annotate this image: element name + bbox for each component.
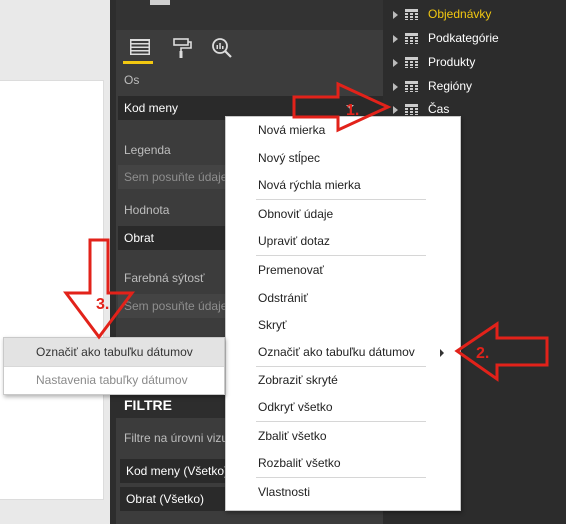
- menu-separator: [256, 477, 426, 478]
- submenu-date-table-settings[interactable]: Nastavenia tabuľky dátumov: [4, 366, 224, 394]
- menu-delete[interactable]: Odstrániť: [258, 288, 308, 308]
- menu-hide[interactable]: Skryť: [258, 315, 287, 335]
- step-1-label: 1.: [346, 102, 360, 119]
- step-3-label: 3.: [96, 296, 110, 313]
- date-table-submenu: Označiť ako tabuľku dátumov Nastavenia t…: [3, 337, 225, 395]
- report-page: [0, 80, 104, 500]
- viz-top-strip: [116, 0, 383, 30]
- menu-edit-query[interactable]: Upraviť dotaz: [258, 231, 330, 251]
- expand-caret-icon[interactable]: [393, 10, 398, 19]
- table-icon: [405, 33, 418, 45]
- field-table-podkategorie[interactable]: Podkategórie: [393, 27, 499, 49]
- field-table-label: Čas: [428, 102, 450, 116]
- value-label: Hodnota: [124, 203, 170, 217]
- color-saturation-label: Farebná sýtosť: [124, 271, 205, 285]
- active-tab-indicator: [123, 61, 153, 64]
- table-icon: [405, 104, 418, 116]
- field-table-label: Regióny: [428, 79, 473, 93]
- fields-well-icon[interactable]: [128, 36, 152, 60]
- submenu-mark-as-date-table[interactable]: Označiť ako tabuľku dátumov: [4, 338, 224, 366]
- viz-icon-stub: [150, 0, 170, 5]
- context-menu: Nová mierka Nový stĺpec Nová rýchla mier…: [225, 116, 461, 511]
- menu-separator: [256, 255, 426, 256]
- table-icon: [405, 57, 418, 69]
- menu-mark-as-date-table[interactable]: Označiť ako tabuľku dátumov: [258, 342, 415, 362]
- axis-label: Os: [124, 73, 140, 87]
- submenu-arrow-icon: [440, 349, 444, 357]
- table-icon: [405, 9, 418, 21]
- field-table-objednavky[interactable]: Objednávky: [393, 3, 491, 25]
- menu-rename[interactable]: Premenovať: [258, 260, 324, 280]
- legend-label: Legenda: [124, 143, 171, 157]
- menu-unhide-all[interactable]: Odkryť všetko: [258, 397, 333, 417]
- viz-tabs: [116, 30, 383, 66]
- menu-new-quick-measure[interactable]: Nová rýchla mierka: [258, 175, 361, 195]
- menu-new-measure[interactable]: Nová mierka: [258, 120, 325, 140]
- expand-caret-icon[interactable]: [393, 105, 398, 114]
- expand-caret-icon[interactable]: [393, 82, 398, 91]
- visual-level-filters-label: Filtre na úrovni vizu: [124, 431, 229, 445]
- menu-separator: [256, 421, 426, 422]
- menu-view-hidden[interactable]: Zobraziť skryté: [258, 370, 338, 390]
- expand-caret-icon[interactable]: [393, 34, 398, 43]
- field-table-produkty[interactable]: Produkty: [393, 51, 475, 73]
- menu-refresh-data[interactable]: Obnoviť údaje: [258, 204, 333, 224]
- format-paint-roller-icon[interactable]: [170, 36, 194, 60]
- table-icon: [405, 81, 418, 93]
- menu-expand-all[interactable]: Rozbaliť všetko: [258, 453, 341, 473]
- menu-new-column[interactable]: Nový stĺpec: [258, 148, 320, 168]
- menu-separator: [256, 366, 426, 367]
- field-table-label: Objednávky: [428, 7, 492, 21]
- menu-collapse-all[interactable]: Zbaliť všetko: [258, 426, 327, 446]
- analytics-magnifier-icon[interactable]: [210, 36, 234, 60]
- field-table-label: Produkty: [428, 55, 476, 69]
- expand-caret-icon[interactable]: [393, 58, 398, 67]
- menu-separator: [256, 199, 426, 200]
- field-table-label: Podkategórie: [428, 31, 499, 45]
- menu-properties[interactable]: Vlastnosti: [258, 482, 310, 502]
- field-table-regiony[interactable]: Regióny: [393, 75, 472, 97]
- step-2-label: 2.: [476, 345, 490, 362]
